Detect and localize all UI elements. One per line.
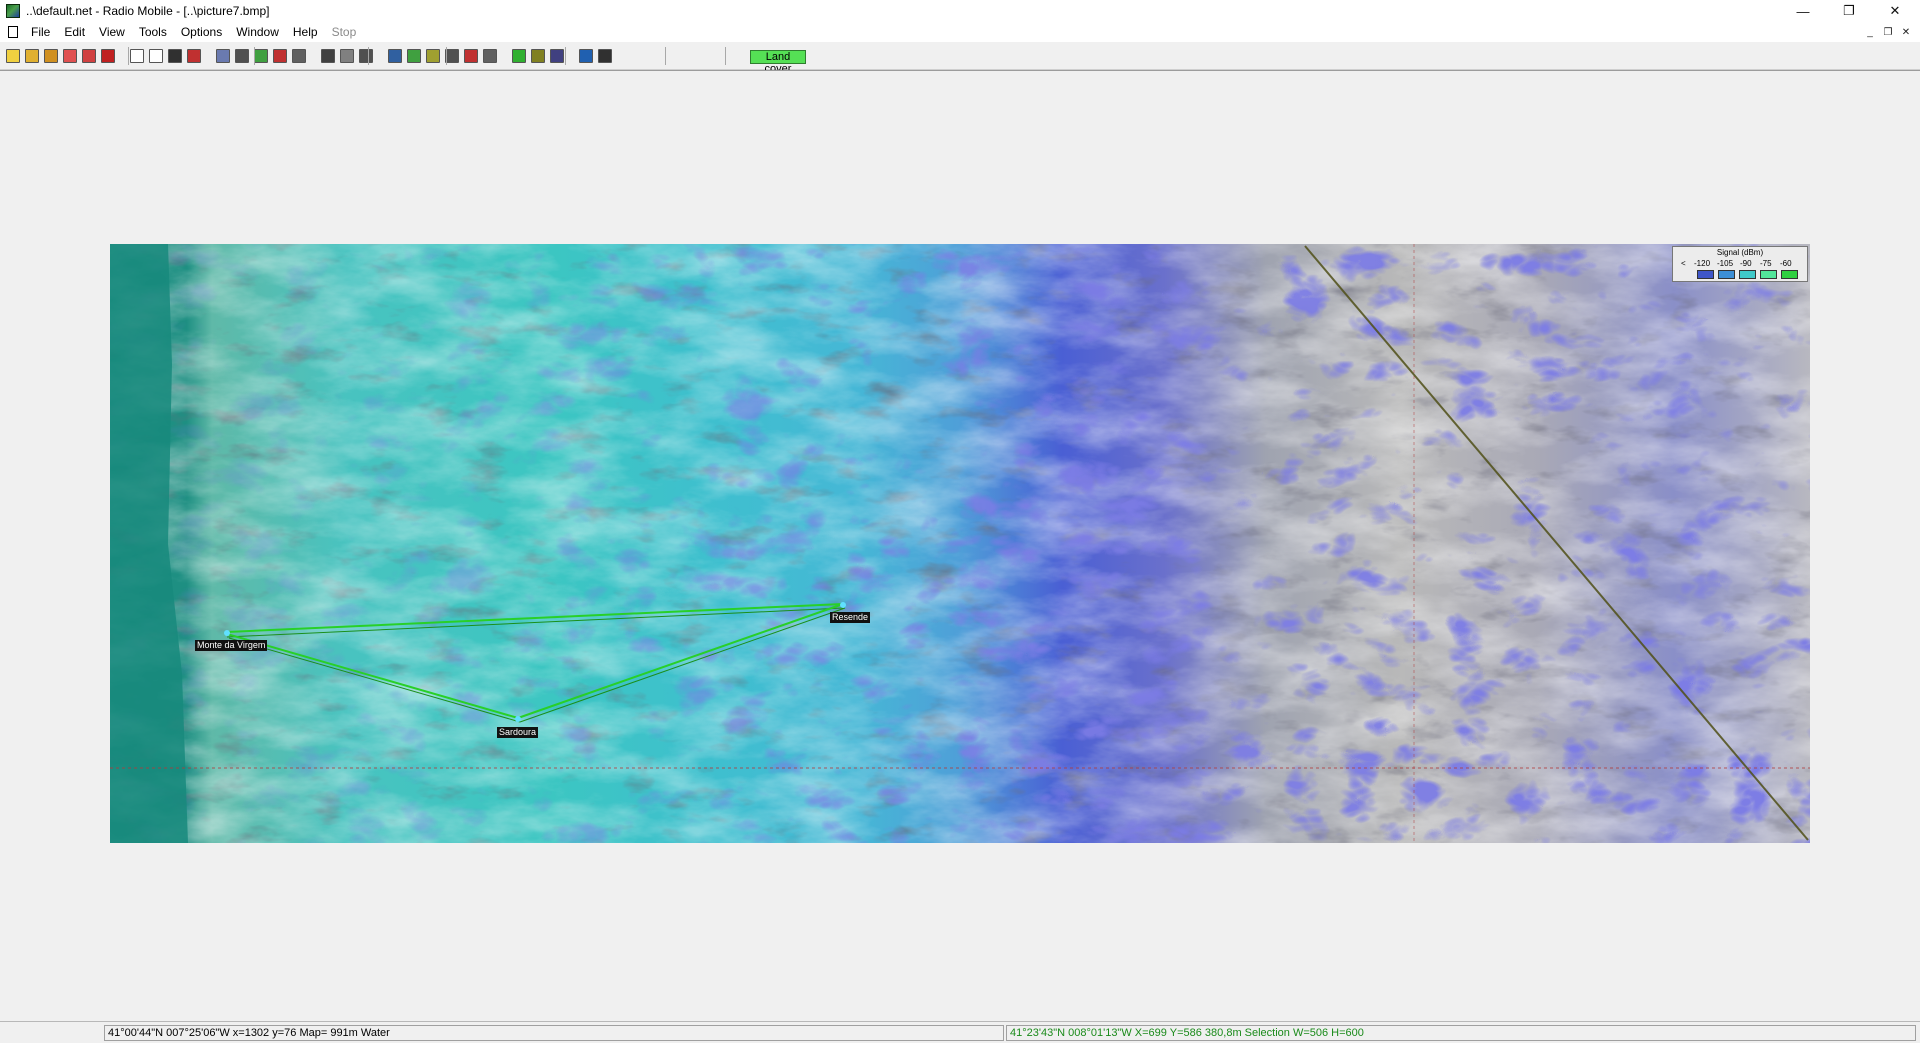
map-properties-icon[interactable] [359,49,373,63]
scale-icon[interactable] [321,49,335,63]
restore-button[interactable]: ❐ [1826,0,1872,22]
toolbar-separator [128,47,129,65]
unit-properties-icon[interactable] [82,49,96,63]
toolbar-separator [565,47,566,65]
mdi-restore-button[interactable]: ❐ [1880,26,1896,38]
new-icon[interactable] [6,49,20,63]
menu-tools[interactable]: Tools [132,22,174,42]
document-icon[interactable] [8,26,18,38]
menu-edit[interactable]: Edit [57,22,92,42]
menu-window[interactable]: Window [229,22,286,42]
window-title: ..\default.net - Radio Mobile - [..\pict… [26,4,270,18]
menu-options[interactable]: Options [174,22,229,42]
toolbar-separator [665,47,666,65]
unit-label-resende[interactable]: Resende [830,612,871,623]
status-selection-info: 41°23'43"N 008°01'13"W X=699 Y=586 380,8… [1006,1025,1916,1041]
rings-icon[interactable] [273,49,287,63]
cartesian-icon[interactable] [445,49,459,63]
polar-icon[interactable] [426,49,440,63]
status-bar: 41°00'44"N 007°25'06"W x=1302 y=76 Map= … [0,1021,1920,1043]
legend-title: Signal (dBm) [1716,248,1764,257]
legend-tick: -90 [1740,259,1752,268]
legend-tick: -60 [1780,259,1792,268]
terrain-icon[interactable] [254,49,268,63]
network-properties-icon[interactable] [63,49,77,63]
grayscale-icon[interactable] [292,49,306,63]
link-budget-icon[interactable] [531,49,545,63]
map-window-icon[interactable] [388,49,402,63]
picture-close-icon[interactable] [187,49,201,63]
legend-tick: -120 [1694,259,1711,268]
unit-label-sardoura[interactable]: Sardoura [497,727,539,738]
close-button[interactable]: ✕ [1872,0,1918,22]
toolbar-separator [254,47,255,65]
menu-view[interactable]: View [92,22,132,42]
menu-stop: Stop [331,25,357,39]
title-bar: ..\default.net - Radio Mobile - [..\pict… [0,0,1920,22]
legend-swatch [1697,270,1714,279]
terrain-shading [110,244,1810,843]
merge-icon[interactable] [235,49,249,63]
picture-new-icon[interactable] [130,49,144,63]
legend-swatch [1781,270,1798,279]
toolbar-separator [446,47,447,65]
legend-tick: -75 [1760,259,1772,268]
status-cursor-position: 41°00'44"N 007°25'06"W x=1302 y=76 Map= … [104,1025,1004,1041]
minimize-button[interactable]: — [1780,0,1826,22]
mdi-minimize-button[interactable]: _ [1862,26,1878,38]
globe-icon[interactable] [598,49,612,63]
menu-help[interactable]: Help [286,22,325,42]
toolbar-separator [368,47,369,65]
toolbar-separator [725,47,726,65]
open-icon[interactable] [25,49,39,63]
land-cover-button[interactable]: Land cover [750,50,806,75]
open-networks-icon[interactable] [44,49,58,63]
radio-mobile-app-icon [6,4,20,18]
menu-file[interactable]: File [24,22,57,42]
center-icon[interactable] [340,49,354,63]
mdi-close-button[interactable]: ✕ [1898,26,1914,38]
elevation-grid-icon[interactable] [407,49,421,63]
signal-legend: Signal (dBm) < -120 -105 -90 -75 -60 [1672,246,1808,282]
copy-icon[interactable] [216,49,230,63]
toolbar: Land cover [0,42,1920,75]
legend-tick: -105 [1717,259,1734,268]
picture-save-icon[interactable] [168,49,182,63]
menu-bar: File Edit View Tools Options Window Help… [0,22,1920,42]
coverage-map-picture[interactable]: Monte da Virgem Resende Sardoura Signal … [110,244,1810,843]
hop-icon[interactable] [550,49,564,63]
legend-swatch [1718,270,1735,279]
coverage-icon[interactable] [483,49,497,63]
world-icon[interactable] [579,49,593,63]
unit-label-monte-da-virgem[interactable]: Monte da Virgem [195,640,268,651]
legend-tick: < [1681,259,1686,268]
picture-open-icon[interactable] [149,49,163,63]
route-icon[interactable] [512,49,526,63]
legend-swatch [1739,270,1756,279]
radio-link-icon[interactable] [101,49,115,63]
find-best-site-icon[interactable] [464,49,478,63]
legend-swatch [1760,270,1777,279]
